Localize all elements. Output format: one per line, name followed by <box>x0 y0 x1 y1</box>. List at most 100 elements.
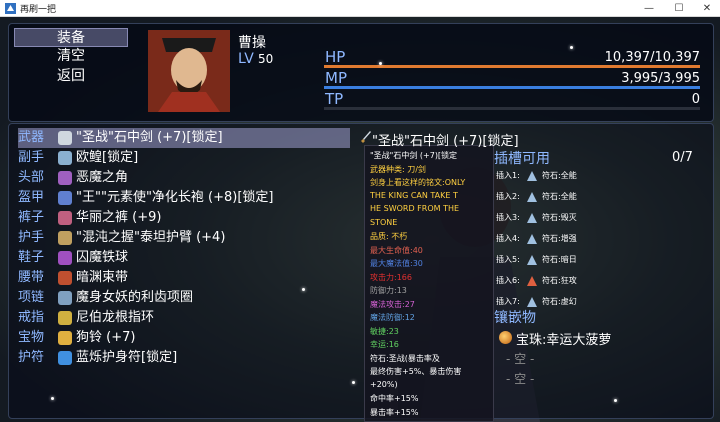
slot-label: 腰带 <box>18 270 45 285</box>
tooltip-line: 命中率+15% <box>370 394 419 403</box>
shield-icon <box>58 151 72 165</box>
rune-icon <box>527 192 537 202</box>
tooltip-line: 暴击率+15% <box>370 407 419 417</box>
equipment-slot-row[interactable]: 副手 欧鳇[锁定] <box>18 148 350 168</box>
sparkle-effect <box>614 399 617 402</box>
belt-icon <box>58 271 72 285</box>
hero-portrait-image <box>148 30 230 112</box>
slot-item-name: 魔身女妖的利齿项圈 <box>76 290 194 305</box>
rune-icon <box>527 255 537 265</box>
socket-rune: 符石:暗日 <box>542 255 577 264</box>
equipment-slot-row[interactable]: 头部 恶魔之角 <box>18 168 350 188</box>
socket-label: 插入3: <box>496 213 520 222</box>
hp-value: 10,397/10,397 <box>604 50 700 65</box>
hp-bar <box>324 65 700 68</box>
socket-title: 插槽可用 <box>494 151 550 167</box>
rune-icon <box>527 171 537 181</box>
slot-label: 头部 <box>18 170 45 185</box>
slot-item-name: 暗渊束带 <box>76 270 129 285</box>
tp-label: TP <box>325 90 344 108</box>
sparkle-effect <box>51 397 54 400</box>
necklace-icon <box>58 291 72 305</box>
slot-label: 戒指 <box>18 310 45 325</box>
clear-command[interactable]: 清空 <box>14 47 128 66</box>
equipment-slot-row[interactable]: 护手 "混沌之握"泰坦护臂 (+4) <box>18 228 350 248</box>
socket-label: 插入5: <box>496 255 520 264</box>
tooltip-line: HE SWORD FROM THE <box>370 204 460 213</box>
window-title: 再刷一把 <box>20 5 57 15</box>
tooltip-line: 幸运:16 <box>370 340 399 349</box>
maximize-button[interactable]: ☐ <box>664 0 694 17</box>
rune-icon <box>527 276 537 286</box>
slot-label: 护符 <box>18 350 45 365</box>
tp-value: 0 <box>691 92 700 107</box>
horn-icon <box>58 171 72 185</box>
slot-label: 盔甲 <box>18 190 45 205</box>
mp-bar <box>324 86 700 89</box>
tooltip-line: "圣战"石中剑 (+7)[锁定 <box>370 151 458 160</box>
slot-item-name: 尼伯龙根指环 <box>76 310 155 325</box>
socket-rune: 符石:增强 <box>542 234 577 243</box>
app-icon <box>5 3 16 14</box>
equip-command[interactable]: 装备 <box>14 28 128 47</box>
tooltip-line: 防御力:13 <box>370 286 407 295</box>
equipment-slot-row[interactable]: 项链 魔身女妖的利齿项圈 <box>18 288 350 308</box>
slot-item-name: 华丽之裤 (+9) <box>76 210 162 225</box>
tooltip-line: 武器种类: 刀/剑 <box>370 164 426 174</box>
tooltip-line: 品质: 不朽 <box>370 232 408 241</box>
ring-icon <box>58 311 72 325</box>
tooltip-line: 最大魔法值:30 <box>370 259 423 268</box>
socket-label: 插入2: <box>496 192 520 201</box>
equipment-slot-row[interactable]: 裤子 华丽之裤 (+9) <box>18 208 350 228</box>
equipment-slot-row[interactable]: 宝物 狗铃 (+7) <box>18 328 350 348</box>
socket-label: 插入6: <box>496 276 520 285</box>
slot-item-name: 狗铃 (+7) <box>76 330 136 345</box>
socket-label: 插入1: <box>496 171 520 180</box>
sword-icon <box>361 131 371 143</box>
return-command[interactable]: 返回 <box>14 67 128 86</box>
tooltip-line: 最终伤害+5%、暴击伤害 <box>370 367 462 376</box>
tooltip-line: 剑身上看这样的铭文:ONLY <box>370 178 466 187</box>
empty-inlay-slot[interactable]: - 空 - <box>506 350 534 367</box>
slot-item-name: "王""元素使"净化长袍 (+8)[锁定] <box>76 190 274 205</box>
equipment-slot-row[interactable]: 鞋子 囚魔铁球 <box>18 248 350 268</box>
iron-ball-icon <box>58 251 72 265</box>
sparkle-effect <box>302 288 305 291</box>
socket-rune: 符石:全能 <box>542 171 577 180</box>
equipment-slot-row[interactable]: 盔甲 "王""元素使"净化长袍 (+8)[锁定] <box>18 188 350 208</box>
inlay-item[interactable]: 宝珠:幸运大菠萝 <box>516 329 611 348</box>
equipment-slot-row[interactable]: 腰带 暗渊束带 <box>18 268 350 288</box>
tooltip-line: 符石:圣战(暴击率及 <box>370 353 440 363</box>
socket-label: 插入4: <box>496 234 520 243</box>
window-titlebar: 再刷一把 — ☐ ✕ <box>0 0 720 17</box>
close-button[interactable]: ✕ <box>692 0 720 17</box>
equipment-slot-row[interactable]: 护符 蓝烁护身符[锁定] <box>18 348 350 368</box>
equipment-slot-row[interactable]: 戒指 尼伯龙根指环 <box>18 308 350 328</box>
tooltip-line: 攻击力:166 <box>370 272 412 282</box>
slot-item-name: 囚魔铁球 <box>76 250 129 265</box>
rune-icon <box>527 234 537 244</box>
orb-icon <box>499 331 512 344</box>
rune-icon <box>527 213 537 223</box>
tooltip-line: 魔法攻击:27 <box>370 299 415 309</box>
socket-rune: 符石:全能 <box>542 192 577 201</box>
empty-inlay-slot[interactable]: - 空 - <box>506 370 534 387</box>
slot-item-name: "混沌之握"泰坦护臂 (+4) <box>76 230 226 245</box>
mp-value: 3,995/3,995 <box>621 71 700 86</box>
robe-icon <box>58 191 72 205</box>
slot-item-name: "圣战"石中剑 (+7)[锁定] <box>76 130 223 145</box>
slot-label: 鞋子 <box>18 250 45 265</box>
socket-rune: 符石:毁灭 <box>542 213 577 222</box>
level-value: 50 <box>258 52 274 66</box>
slot-label: 武器 <box>18 130 45 145</box>
tooltip-line: STONE <box>370 217 398 227</box>
pants-icon <box>58 211 72 225</box>
level-label: LV <box>238 51 254 67</box>
sword-icon <box>58 131 72 145</box>
game-canvas: 装备 清空 返回 曹操 LV 50 HP 10,397/10,397 MP 3,… <box>0 17 720 422</box>
equipment-slot-row[interactable]: 武器 "圣战"石中剑 (+7)[锁定] <box>18 128 350 148</box>
minimize-button[interactable]: — <box>634 0 664 17</box>
socket-rune: 符石:虚幻 <box>542 297 577 306</box>
slot-label: 宝物 <box>18 330 45 345</box>
tooltip-line: 魔法防御:12 <box>370 313 415 322</box>
